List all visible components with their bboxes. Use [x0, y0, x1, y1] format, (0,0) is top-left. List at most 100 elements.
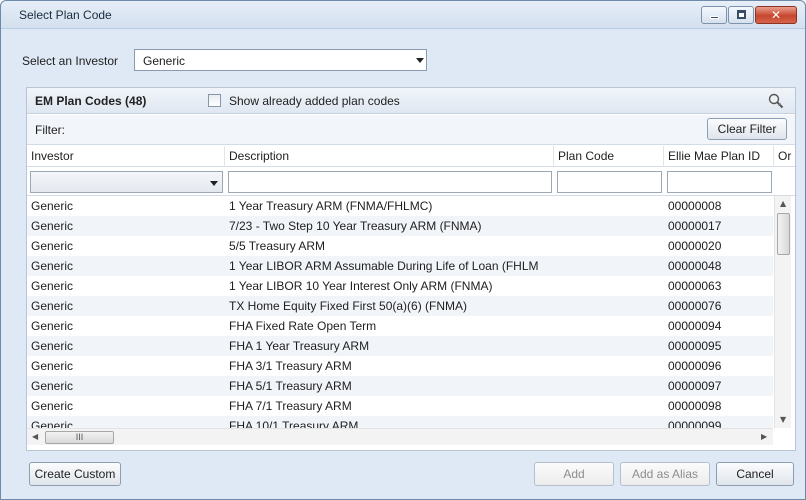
chevron-down-icon: [210, 181, 218, 186]
cell-plan-code: [554, 336, 664, 356]
cell-description: FHA 3/1 Treasury ARM: [229, 359, 352, 373]
column-header-description[interactable]: Description: [225, 146, 554, 167]
table-row[interactable]: Generic FHA Fixed Rate Open Term 00000094: [27, 316, 773, 336]
cell-plan-id: 00000095: [668, 339, 722, 353]
cell-investor: Generic: [31, 419, 74, 428]
investor-selected-value: Generic: [143, 54, 186, 68]
create-custom-button[interactable]: Create Custom: [29, 462, 121, 486]
cell-plan-id: 00000020: [668, 239, 722, 253]
cancel-button[interactable]: Cancel: [716, 462, 794, 486]
add-button[interactable]: Add: [534, 462, 614, 486]
cell-description: TX Home Equity Fixed First 50(a)(6) (FNM…: [229, 299, 468, 313]
cell-description: FHA 1 Year Treasury ARM: [229, 339, 370, 353]
investor-filter-select[interactable]: [30, 171, 223, 193]
column-filter-row: [27, 168, 795, 196]
table-row[interactable]: Generic FHA 10/1 Treasury ARM 00000099: [27, 416, 773, 428]
grid-header: Investor Description Plan Code Ellie Mae…: [27, 146, 795, 167]
cell-plan-code: [554, 196, 664, 216]
show-added-checkbox[interactable]: [208, 94, 221, 107]
table-row[interactable]: Generic TX Home Equity Fixed First 50(a)(…: [27, 296, 773, 316]
close-icon: ✕: [770, 8, 782, 22]
cell-plan-code: [554, 276, 664, 296]
maximize-icon: [737, 10, 746, 19]
cell-plan-code: [554, 216, 664, 236]
cell-plan-code: [554, 296, 664, 316]
cell-plan-code: [554, 416, 664, 428]
cell-plan-id: 00000017: [668, 219, 722, 233]
add-as-alias-button[interactable]: Add as Alias: [620, 462, 710, 486]
table-row[interactable]: Generic FHA 1 Year Treasury ARM 00000095: [27, 336, 773, 356]
table-row[interactable]: Generic FHA 5/1 Treasury ARM 00000097: [27, 376, 773, 396]
cell-investor: Generic: [31, 359, 74, 373]
table-row[interactable]: Generic FHA 3/1 Treasury ARM 00000096: [27, 356, 773, 376]
cell-plan-code: [554, 316, 664, 336]
minimize-button[interactable]: [701, 6, 727, 24]
window-title: Select Plan Code: [19, 8, 112, 22]
clear-filter-button[interactable]: Clear Filter: [707, 118, 787, 140]
cell-investor: Generic: [31, 239, 74, 253]
cell-plan-code: [554, 256, 664, 276]
cell-investor: Generic: [31, 219, 74, 233]
scroll-left-icon[interactable]: ◀: [32, 432, 38, 441]
table-row[interactable]: Generic 7/23 - Two Step 10 Year Treasury …: [27, 216, 773, 236]
cell-description: 1 Year LIBOR ARM Assumable During Life o…: [229, 259, 539, 273]
panel-title: EM Plan Codes (48): [35, 94, 147, 108]
investor-label: Select an Investor: [22, 54, 119, 68]
table-row[interactable]: Generic 1 Year Treasury ARM (FNMA/FHLMC) 0…: [27, 196, 773, 216]
vertical-scroll-thumb[interactable]: [777, 213, 790, 255]
cell-plan-id: 00000063: [668, 279, 722, 293]
cell-investor: Generic: [31, 259, 74, 273]
cell-investor: Generic: [31, 379, 74, 393]
dialog-window: Select Plan Code ✕ Select an Investor Ge…: [0, 0, 806, 500]
cell-investor: Generic: [31, 339, 74, 353]
column-header-extra[interactable]: Or: [774, 146, 795, 167]
cell-plan-id: 00000048: [668, 259, 722, 273]
table-row[interactable]: Generic 1 Year LIBOR 10 Year Interest Onl…: [27, 276, 773, 296]
cell-description: 1 Year Treasury ARM (FNMA/FHLMC): [229, 199, 433, 213]
cell-description: 7/23 - Two Step 10 Year Treasury ARM (FN…: [229, 219, 482, 233]
cell-description: FHA 7/1 Treasury ARM: [229, 399, 352, 413]
cell-plan-code: [554, 396, 664, 416]
grid-rows: Generic 1 Year Treasury ARM (FNMA/FHLMC) 0…: [27, 196, 773, 428]
cell-plan-id: 00000008: [668, 199, 722, 213]
cell-plan-id: 00000099: [668, 419, 722, 428]
scroll-down-icon[interactable]: ▼: [780, 415, 786, 424]
show-added-label[interactable]: Show already added plan codes: [229, 94, 400, 108]
description-filter-input[interactable]: [228, 171, 552, 193]
cell-plan-id: 00000098: [668, 399, 722, 413]
vertical-scrollbar[interactable]: ▲ ▼: [774, 196, 791, 428]
plan-codes-panel: EM Plan Codes (48) Show already added pl…: [26, 87, 796, 451]
cell-plan-code: [554, 236, 664, 256]
chevron-down-icon: [416, 58, 424, 63]
table-row[interactable]: Generic 5/5 Treasury ARM 00000020: [27, 236, 773, 256]
search-icon[interactable]: [767, 92, 785, 110]
column-header-investor[interactable]: Investor: [27, 146, 225, 167]
filter-label: Filter:: [35, 123, 65, 137]
cell-description: FHA 10/1 Treasury ARM: [229, 419, 359, 428]
minimize-icon: [710, 16, 719, 19]
maximize-button[interactable]: [728, 6, 754, 24]
horizontal-scroll-thumb[interactable]: III: [45, 431, 114, 444]
cell-plan-id: 00000076: [668, 299, 722, 313]
table-row[interactable]: Generic 1 Year LIBOR ARM Assumable During…: [27, 256, 773, 276]
investor-select[interactable]: Generic: [134, 49, 427, 71]
cell-investor: Generic: [31, 319, 74, 333]
column-header-plan-code[interactable]: Plan Code: [554, 146, 664, 167]
cell-investor: Generic: [31, 279, 74, 293]
close-button[interactable]: ✕: [755, 6, 797, 24]
panel-header: EM Plan Codes (48) Show already added pl…: [27, 88, 795, 114]
table-row[interactable]: Generic FHA 7/1 Treasury ARM 00000098: [27, 396, 773, 416]
scroll-right-icon[interactable]: ▶: [761, 432, 767, 441]
filter-bar: Filter: Clear Filter: [27, 115, 795, 145]
scroll-up-icon[interactable]: ▲: [780, 199, 786, 208]
title-bar[interactable]: Select Plan Code ✕: [1, 1, 805, 29]
horizontal-scrollbar[interactable]: ◀ III ▶: [27, 428, 773, 445]
plan-id-filter-input[interactable]: [667, 171, 772, 193]
cell-description: FHA Fixed Rate Open Term: [229, 319, 377, 333]
cell-description: 1 Year LIBOR 10 Year Interest Only ARM (…: [229, 279, 493, 293]
cell-investor: Generic: [31, 399, 74, 413]
column-header-plan-id[interactable]: Ellie Mae Plan ID: [664, 146, 774, 167]
cell-plan-code: [554, 356, 664, 376]
cell-investor: Generic: [31, 299, 74, 313]
plan-code-filter-input[interactable]: [557, 171, 662, 193]
